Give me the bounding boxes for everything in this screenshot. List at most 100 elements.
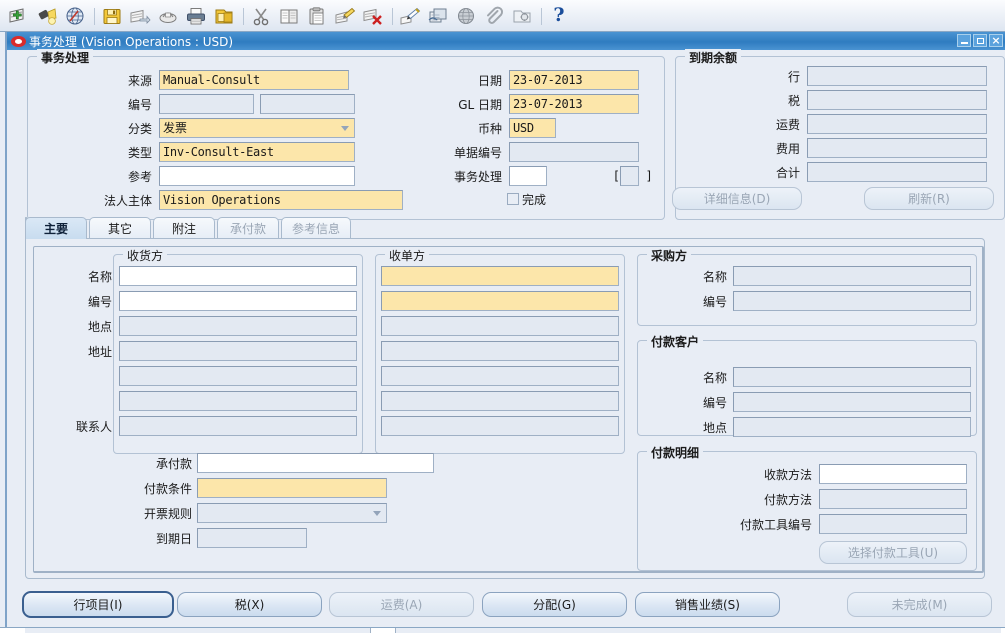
ship-to-contact-field[interactable] bbox=[119, 416, 357, 436]
payment-customer-location-field[interactable] bbox=[733, 417, 971, 437]
close-button[interactable]: × bbox=[989, 34, 1003, 47]
bill-to-location-field[interactable] bbox=[381, 316, 619, 336]
balance-row-field-0[interactable] bbox=[807, 66, 987, 86]
bill-to-name-field[interactable] bbox=[381, 266, 619, 286]
purchasing-number-field[interactable] bbox=[733, 291, 971, 311]
help-icon[interactable]: ? bbox=[546, 3, 572, 29]
number-field[interactable] bbox=[159, 94, 254, 114]
print-preview-icon[interactable] bbox=[155, 3, 181, 29]
tab-notes[interactable]: 附注 bbox=[153, 217, 215, 239]
gl-date-field[interactable]: 23-07-2013 bbox=[509, 94, 639, 114]
receipt-method-field[interactable] bbox=[819, 464, 967, 484]
cut-icon[interactable] bbox=[248, 3, 274, 29]
tab-other[interactable]: 其它 bbox=[89, 217, 151, 239]
commitment-label: 承付款 bbox=[155, 457, 192, 471]
complete-checkbox[interactable] bbox=[507, 193, 519, 205]
flashlight-find-icon[interactable] bbox=[34, 3, 60, 29]
balance-refresh-button[interactable]: 刷新(R) bbox=[864, 187, 994, 210]
class-field[interactable]: 发票 bbox=[159, 118, 355, 138]
purchasing-number-label: 编号 bbox=[702, 295, 727, 309]
tab-commitment[interactable]: 承付款 bbox=[217, 217, 279, 239]
due-date-label: 到期日 bbox=[155, 532, 192, 546]
ship-to-address-field-1[interactable] bbox=[119, 341, 357, 361]
line-items-button[interactable]: 行项目(I) bbox=[22, 591, 174, 618]
payment-instrument-number-field[interactable] bbox=[819, 514, 967, 534]
payment-terms-field[interactable] bbox=[197, 478, 387, 498]
ship-to-name-field[interactable] bbox=[119, 266, 357, 286]
copy-icon[interactable] bbox=[276, 3, 302, 29]
class-dropdown-chevron-down-icon[interactable] bbox=[337, 118, 353, 138]
currency-field[interactable]: USD bbox=[509, 118, 556, 138]
payment-customer-location-label: 地点 bbox=[702, 421, 727, 435]
purchasing-name-field[interactable] bbox=[733, 266, 971, 286]
payment-method-field[interactable] bbox=[819, 489, 967, 509]
balance-row-label-1: 税 bbox=[787, 94, 800, 108]
freight-button[interactable]: 运费(A) bbox=[329, 592, 474, 617]
close-form-icon[interactable] bbox=[211, 3, 237, 29]
bill-to-address-field-2[interactable] bbox=[381, 366, 619, 386]
folder-tools-icon[interactable] bbox=[509, 3, 535, 29]
legal-entity-field[interactable]: Vision Operations bbox=[159, 190, 403, 210]
toolbar-separator bbox=[239, 6, 248, 26]
show-navigator-icon[interactable] bbox=[62, 3, 88, 29]
bill-to-number-field[interactable] bbox=[381, 291, 619, 311]
select-payment-instrument-button[interactable]: 选择付款工具(U) bbox=[819, 541, 967, 564]
bracket-open-label: [ bbox=[614, 169, 619, 183]
translations-icon[interactable] bbox=[425, 3, 451, 29]
attachments-globe-icon[interactable] bbox=[453, 3, 479, 29]
balance-row-label-0: 行 bbox=[787, 70, 800, 84]
save-icon[interactable] bbox=[99, 3, 125, 29]
document-number-field[interactable] bbox=[509, 142, 639, 162]
balance-row-field-3[interactable] bbox=[807, 138, 987, 158]
main-toolbar: ? bbox=[0, 0, 1005, 32]
toolbar-separator bbox=[388, 6, 397, 26]
payment-customer-number-field[interactable] bbox=[733, 392, 971, 412]
attachment-paperclip-icon[interactable] bbox=[481, 3, 507, 29]
date-field[interactable]: 23-07-2013 bbox=[509, 70, 639, 90]
ship-to-address-field-2[interactable] bbox=[119, 366, 357, 386]
distributions-button[interactable]: 分配(G) bbox=[482, 592, 627, 617]
balance-due-group-title: 到期余额 bbox=[685, 49, 742, 66]
invoicing-rule-field[interactable] bbox=[197, 503, 387, 523]
payment-customer-name-field[interactable] bbox=[733, 367, 971, 387]
balance-row-field-1[interactable] bbox=[807, 90, 987, 110]
minimize-button[interactable] bbox=[957, 34, 971, 47]
ship-to-address-field-3[interactable] bbox=[119, 391, 357, 411]
edit-field-icon[interactable] bbox=[397, 3, 423, 29]
incomplete-button[interactable]: 未完成(M) bbox=[847, 592, 992, 617]
source-field[interactable]: Manual-Consult bbox=[159, 70, 349, 90]
type-field[interactable]: Inv-Consult-East bbox=[159, 142, 355, 162]
tab-reference[interactable]: 参考信息 bbox=[281, 217, 351, 239]
tab-main[interactable]: 主要 bbox=[25, 217, 87, 239]
new-record-icon[interactable] bbox=[6, 3, 32, 29]
payment-instrument-number-label: 付款工具编号 bbox=[739, 518, 812, 532]
gl-date-label: GL 日期 bbox=[458, 98, 502, 112]
transaction-number-label: 事务处理 bbox=[453, 170, 502, 184]
clear-record-icon[interactable] bbox=[360, 3, 386, 29]
tax-button[interactable]: 税(X) bbox=[177, 592, 322, 617]
transaction-number-field[interactable] bbox=[509, 166, 547, 186]
balance-row-field-2[interactable] bbox=[807, 114, 987, 134]
invoicing-rule-chevron-down-icon[interactable] bbox=[369, 503, 385, 523]
bracket-field[interactable] bbox=[620, 166, 639, 186]
bill-to-address-field-3[interactable] bbox=[381, 391, 619, 411]
reference-field[interactable] bbox=[159, 166, 355, 186]
purchasing-party-group-title: 采购方 bbox=[647, 247, 692, 264]
ship-to-location-field[interactable] bbox=[119, 316, 357, 336]
balance-row-field-4[interactable] bbox=[807, 162, 987, 182]
due-date-field[interactable] bbox=[197, 528, 307, 548]
bill-to-address-field-1[interactable] bbox=[381, 341, 619, 361]
bill-to-contact-field[interactable] bbox=[381, 416, 619, 436]
number-secondary-field[interactable] bbox=[260, 94, 355, 114]
commitment-field[interactable] bbox=[197, 453, 434, 473]
next-step-icon[interactable] bbox=[127, 3, 153, 29]
paste-icon[interactable] bbox=[304, 3, 330, 29]
print-icon[interactable] bbox=[183, 3, 209, 29]
ship-to-number-field[interactable] bbox=[119, 291, 357, 311]
balance-details-button[interactable]: 详细信息(D) bbox=[672, 187, 802, 210]
payment-method-label: 付款方法 bbox=[763, 493, 812, 507]
sales-credits-button[interactable]: 销售业绩(S) bbox=[635, 592, 780, 617]
maximize-button[interactable] bbox=[973, 34, 987, 47]
edit-icon[interactable] bbox=[332, 3, 358, 29]
tab-strip: 主要 其它 附注 承付款 参考信息 bbox=[25, 217, 985, 239]
